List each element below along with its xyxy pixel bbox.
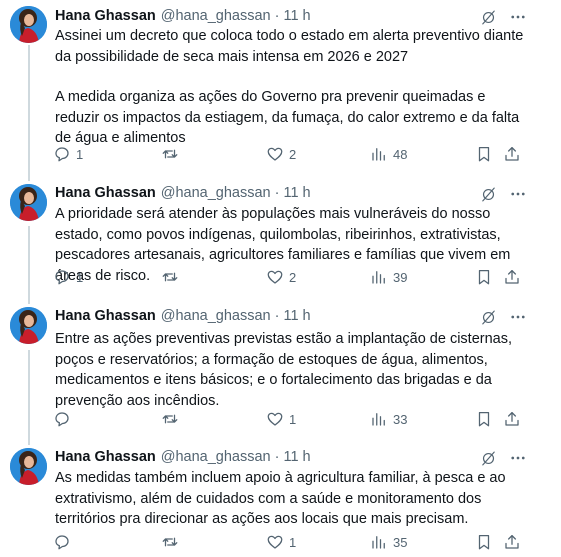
tweet-text: As medidas também incluem apoio à agricu… (55, 468, 530, 530)
timestamp[interactable]: 11 h (283, 449, 310, 465)
views-count: 35 (393, 534, 408, 550)
more-icon[interactable] (509, 308, 527, 331)
bookmark-button[interactable] (475, 268, 493, 286)
reply-button[interactable]: 1 (53, 145, 83, 163)
comment-icon (53, 410, 71, 428)
bookmark-icon (475, 145, 493, 163)
tweet-actions: 1 33 (53, 410, 523, 430)
like-count: 1 (289, 411, 297, 427)
author-name[interactable]: Hana Ghassan (55, 8, 156, 24)
share-icon (503, 268, 521, 286)
share-button[interactable] (503, 145, 521, 163)
like-count: 1 (289, 534, 297, 550)
bookmark-button[interactable] (475, 410, 493, 428)
reply-button[interactable] (53, 410, 76, 428)
repost-icon (161, 533, 179, 551)
heart-icon (266, 268, 284, 286)
bookmark-button[interactable] (475, 533, 493, 551)
author-handle[interactable]: @hana_ghassan (161, 8, 271, 24)
repost-icon (161, 268, 179, 286)
grok-icon[interactable] (480, 309, 497, 331)
repost-button[interactable] (161, 268, 184, 286)
heart-icon (266, 533, 284, 551)
like-count: 2 (289, 269, 297, 285)
like-count: 2 (289, 146, 297, 162)
share-icon (503, 410, 521, 428)
comment-icon (53, 533, 71, 551)
views-count: 33 (393, 411, 408, 427)
repost-button[interactable] (161, 410, 184, 428)
bookmark-icon (475, 268, 493, 286)
avatar[interactable] (10, 6, 47, 43)
tweet-text: Entre as ações preventivas previstas est… (55, 329, 530, 411)
author-name[interactable]: Hana Ghassan (55, 308, 156, 324)
reply-count: 1 (76, 269, 84, 285)
thread-connector (28, 350, 30, 445)
views-button[interactable]: 39 (370, 268, 407, 286)
repost-button[interactable] (161, 533, 184, 551)
repost-icon (161, 145, 179, 163)
thread-connector (28, 45, 30, 181)
like-button[interactable]: 1 (266, 410, 296, 428)
reply-button[interactable] (53, 533, 76, 551)
tweet-header-actions (480, 308, 527, 331)
like-button[interactable]: 2 (266, 145, 296, 163)
like-button[interactable]: 1 (266, 533, 296, 551)
reply-button[interactable]: 1 (53, 268, 83, 286)
views-count: 39 (393, 269, 408, 285)
views-icon (370, 268, 388, 286)
thread-connector (28, 226, 30, 304)
comment-icon (53, 145, 71, 163)
like-button[interactable]: 2 (266, 268, 296, 286)
share-button[interactable] (503, 533, 521, 551)
heart-icon (266, 410, 284, 428)
views-button[interactable]: 33 (370, 410, 407, 428)
share-button[interactable] (503, 268, 521, 286)
avatar[interactable] (10, 448, 47, 485)
author-handle[interactable]: @hana_ghassan (161, 308, 271, 324)
avatar[interactable] (10, 184, 47, 221)
reply-count: 1 (76, 146, 84, 162)
timestamp[interactable]: 11 h (283, 8, 310, 24)
repost-icon (161, 410, 179, 428)
share-button[interactable] (503, 410, 521, 428)
share-icon (503, 533, 521, 551)
tweet-paragraph: Assinei um decreto que coloca todo o est… (55, 28, 524, 65)
bookmark-button[interactable] (475, 145, 493, 163)
tweet-paragraph: Entre as ações preventivas previstas est… (55, 331, 512, 409)
comment-icon (53, 268, 71, 286)
timestamp[interactable]: 11 h (283, 185, 310, 201)
tweet-header: Hana Ghassan @hana_ghassan · 11 h (55, 6, 311, 26)
separator-dot: · (274, 8, 280, 24)
views-icon (370, 410, 388, 428)
views-icon (370, 533, 388, 551)
views-button[interactable]: 48 (370, 145, 407, 163)
tweet-header: Hana Ghassan @hana_ghassan · 11 h (55, 306, 311, 326)
tweet-actions: 1 35 (53, 533, 523, 553)
avatar[interactable] (10, 307, 47, 344)
tweet-actions: 1 2 39 (53, 268, 523, 288)
views-count: 48 (393, 146, 408, 162)
tweet-text: Assinei um decreto que coloca todo o est… (55, 26, 530, 149)
timestamp[interactable]: 11 h (283, 308, 310, 324)
share-icon (503, 145, 521, 163)
author-handle[interactable]: @hana_ghassan (161, 449, 271, 465)
separator-dot: · (274, 185, 280, 201)
tweet-header: Hana Ghassan @hana_ghassan · 11 h (55, 183, 311, 203)
tweet-actions: 1 2 48 (53, 145, 523, 165)
views-icon (370, 145, 388, 163)
author-handle[interactable]: @hana_ghassan (161, 185, 271, 201)
author-name[interactable]: Hana Ghassan (55, 185, 156, 201)
tweet-paragraph: A medida organiza as ações do Governo pr… (55, 89, 520, 146)
repost-button[interactable] (161, 145, 184, 163)
views-button[interactable]: 35 (370, 533, 407, 551)
tweet-paragraph: As medidas também incluem apoio à agricu… (55, 470, 506, 527)
author-name[interactable]: Hana Ghassan (55, 449, 156, 465)
separator-dot: · (274, 308, 280, 324)
bookmark-icon (475, 410, 493, 428)
tweet-header: Hana Ghassan @hana_ghassan · 11 h (55, 447, 311, 467)
separator-dot: · (274, 449, 280, 465)
bookmark-icon (475, 533, 493, 551)
heart-icon (266, 145, 284, 163)
